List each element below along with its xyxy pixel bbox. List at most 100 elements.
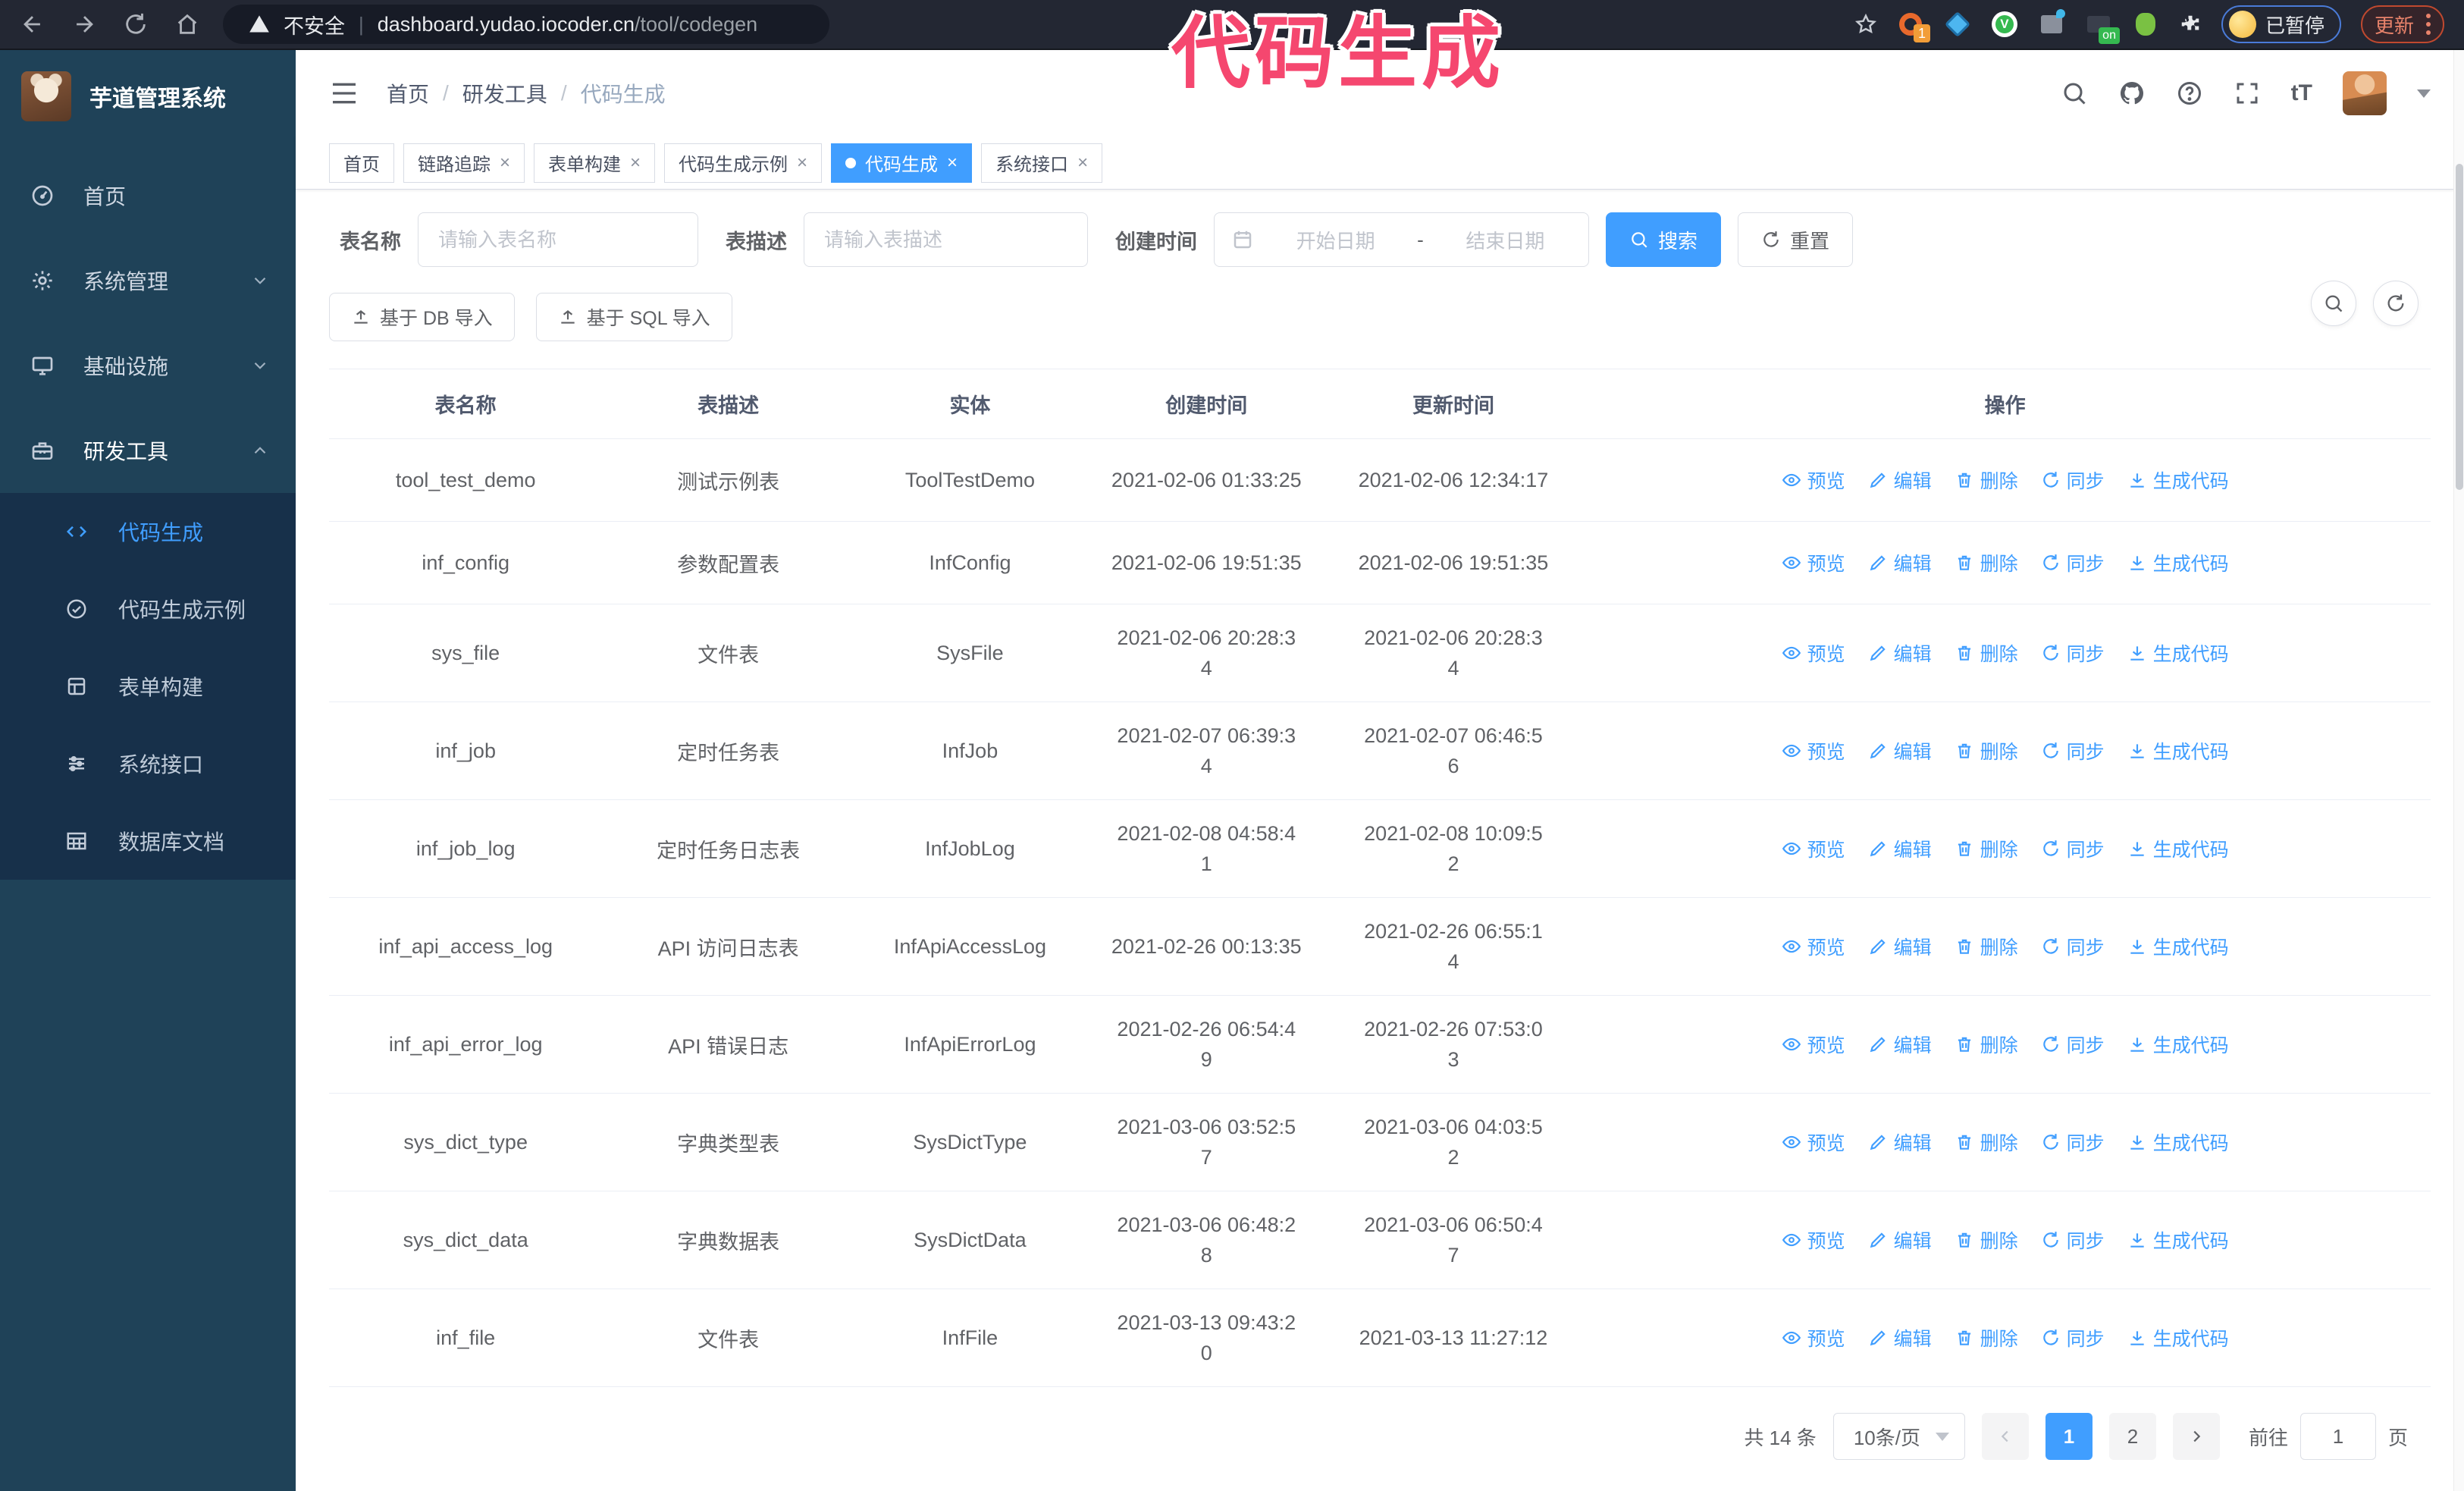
browser-forward-icon[interactable] <box>71 11 97 37</box>
sync-action-link[interactable]: 同步 <box>2041 549 2105 576</box>
sidebar-item-monitor[interactable]: 基础设施 <box>0 323 296 408</box>
page-scrollbar[interactable] <box>2453 50 2464 1491</box>
sidebar-subitem-code[interactable]: 代码生成 <box>0 493 296 570</box>
goto-page-input[interactable] <box>2299 1413 2376 1460</box>
extensions-puzzle-icon[interactable] <box>2179 13 2202 36</box>
toggle-search-circle-button[interactable] <box>2311 281 2356 326</box>
eye-action-link[interactable]: 预览 <box>1782 466 1845 494</box>
eye-action-link[interactable]: 预览 <box>1782 737 1845 764</box>
breadcrumb-item[interactable]: 首页 <box>387 78 429 108</box>
download-action-link[interactable]: 生成代码 <box>2127 549 2229 576</box>
eye-action-link[interactable]: 预览 <box>1782 1031 1845 1058</box>
edit-action-link[interactable]: 编辑 <box>1868 466 1932 494</box>
sidebar-subitem-dbtable[interactable]: 数据库文档 <box>0 802 296 880</box>
browser-reload-icon[interactable] <box>123 11 149 37</box>
search-button[interactable]: 搜索 <box>1606 212 1722 267</box>
date-range-picker[interactable]: 开始日期 - 结束日期 <box>1214 212 1589 267</box>
download-action-link[interactable]: 生成代码 <box>2127 933 2229 960</box>
edit-action-link[interactable]: 编辑 <box>1868 549 1932 576</box>
sidebar-subitem-form[interactable]: 表单构建 <box>0 648 296 725</box>
download-action-link[interactable]: 生成代码 <box>2127 835 2229 862</box>
eye-action-link[interactable]: 预览 <box>1782 1324 1845 1351</box>
app-logo[interactable]: 芋道管理系统 <box>0 50 296 143</box>
trash-action-link[interactable]: 删除 <box>1955 1324 2018 1351</box>
edit-action-link[interactable]: 编辑 <box>1868 639 1932 667</box>
bookmark-star-icon[interactable] <box>1854 13 1877 36</box>
extension-grid-icon[interactable] <box>2038 9 2065 38</box>
browser-home-icon[interactable] <box>174 11 200 37</box>
trash-action-link[interactable]: 删除 <box>1955 933 2018 960</box>
browser-menu-kebab-icon[interactable] <box>2426 14 2431 35</box>
sync-action-link[interactable]: 同步 <box>2041 1128 2105 1156</box>
next-page-button[interactable] <box>2172 1413 2220 1460</box>
trash-action-link[interactable]: 删除 <box>1955 639 2018 667</box>
trash-action-link[interactable]: 删除 <box>1955 1226 2018 1254</box>
trash-action-link[interactable]: 删除 <box>1955 835 2018 862</box>
eye-action-link[interactable]: 预览 <box>1782 1226 1845 1254</box>
github-icon[interactable] <box>2118 80 2146 107</box>
import-sql-button[interactable]: 基于 SQL 导入 <box>535 293 732 341</box>
scrollbar-thumb[interactable] <box>2456 164 2463 490</box>
sidebar-item-toolbox[interactable]: 研发工具 <box>0 408 296 493</box>
trash-action-link[interactable]: 删除 <box>1955 737 2018 764</box>
header-search-icon[interactable] <box>2061 80 2088 107</box>
tab-3[interactable]: 表单构建 × <box>534 143 656 183</box>
download-action-link[interactable]: 生成代码 <box>2127 1226 2229 1254</box>
profile-paused-pill[interactable]: 已暂停 <box>2221 5 2341 43</box>
download-action-link[interactable]: 生成代码 <box>2127 639 2229 667</box>
sync-action-link[interactable]: 同步 <box>2041 1226 2105 1254</box>
eye-action-link[interactable]: 预览 <box>1782 933 1845 960</box>
sidebar-item-gear[interactable]: 系统管理 <box>0 238 296 323</box>
avatar-caret-down-icon[interactable] <box>2417 89 2431 98</box>
browser-update-button[interactable]: 更新 <box>2360 5 2444 43</box>
trash-action-link[interactable]: 删除 <box>1955 466 2018 494</box>
extension-colorzilla-icon[interactable]: 1 <box>1897 11 1930 42</box>
edit-action-link[interactable]: 编辑 <box>1868 1128 1932 1156</box>
eye-action-link[interactable]: 预览 <box>1782 639 1845 667</box>
trash-action-link[interactable]: 删除 <box>1955 1031 2018 1058</box>
sidebar-item-gauge[interactable]: 首页 <box>0 153 296 238</box>
sidebar-subitem-sliders[interactable]: 系统接口 <box>0 725 296 802</box>
breadcrumb-item[interactable]: 研发工具 <box>462 78 547 108</box>
prev-page-button[interactable] <box>1981 1413 2029 1460</box>
sync-action-link[interactable]: 同步 <box>2041 466 2105 494</box>
sidebar-subitem-example[interactable]: 代码生成示例 <box>0 570 296 648</box>
edit-action-link[interactable]: 编辑 <box>1868 1324 1932 1351</box>
browser-back-icon[interactable] <box>20 11 45 37</box>
address-bar[interactable]: 不安全 | dashboard.yudao.iocoder.cn/tool/co… <box>223 5 829 44</box>
close-icon[interactable]: × <box>500 153 510 172</box>
edit-action-link[interactable]: 编辑 <box>1868 1031 1932 1058</box>
table-name-input[interactable] <box>438 228 678 252</box>
page-button-2[interactable]: 2 <box>2108 1413 2156 1460</box>
edit-action-link[interactable]: 编辑 <box>1868 835 1932 862</box>
extension-on-icon[interactable]: on <box>2085 11 2120 44</box>
user-avatar[interactable] <box>2343 71 2387 115</box>
close-icon[interactable]: × <box>947 153 958 172</box>
edit-action-link[interactable]: 编辑 <box>1868 933 1932 960</box>
download-action-link[interactable]: 生成代码 <box>2127 1324 2229 1351</box>
edit-action-link[interactable]: 编辑 <box>1868 737 1932 764</box>
import-db-button[interactable]: 基于 DB 导入 <box>329 293 515 341</box>
tab-4[interactable]: 代码生成示例 × <box>664 143 823 183</box>
download-action-link[interactable]: 生成代码 <box>2127 1031 2229 1058</box>
tab-6[interactable]: 系统接口 × <box>981 143 1103 183</box>
eye-action-link[interactable]: 预览 <box>1782 835 1845 862</box>
reset-button[interactable]: 重置 <box>1738 212 1854 267</box>
tab-1[interactable]: 首页 <box>329 143 394 183</box>
extension-creature-icon[interactable] <box>2132 11 2159 38</box>
trash-action-link[interactable]: 删除 <box>1955 1128 2018 1156</box>
download-action-link[interactable]: 生成代码 <box>2127 737 2229 764</box>
hamburger-icon[interactable] <box>329 78 359 108</box>
sync-action-link[interactable]: 同步 <box>2041 639 2105 667</box>
eye-action-link[interactable]: 预览 <box>1782 1128 1845 1156</box>
trash-action-link[interactable]: 删除 <box>1955 549 2018 576</box>
fullscreen-icon[interactable] <box>2234 80 2261 107</box>
help-question-icon[interactable] <box>2176 80 2203 107</box>
tab-5[interactable]: 代码生成 × <box>831 143 973 183</box>
font-size-icon[interactable]: tT <box>2291 80 2312 106</box>
sync-action-link[interactable]: 同步 <box>2041 1324 2105 1351</box>
sync-action-link[interactable]: 同步 <box>2041 933 2105 960</box>
eye-action-link[interactable]: 预览 <box>1782 549 1845 576</box>
sync-action-link[interactable]: 同步 <box>2041 1031 2105 1058</box>
extension-v-icon[interactable]: V <box>1991 11 2018 38</box>
